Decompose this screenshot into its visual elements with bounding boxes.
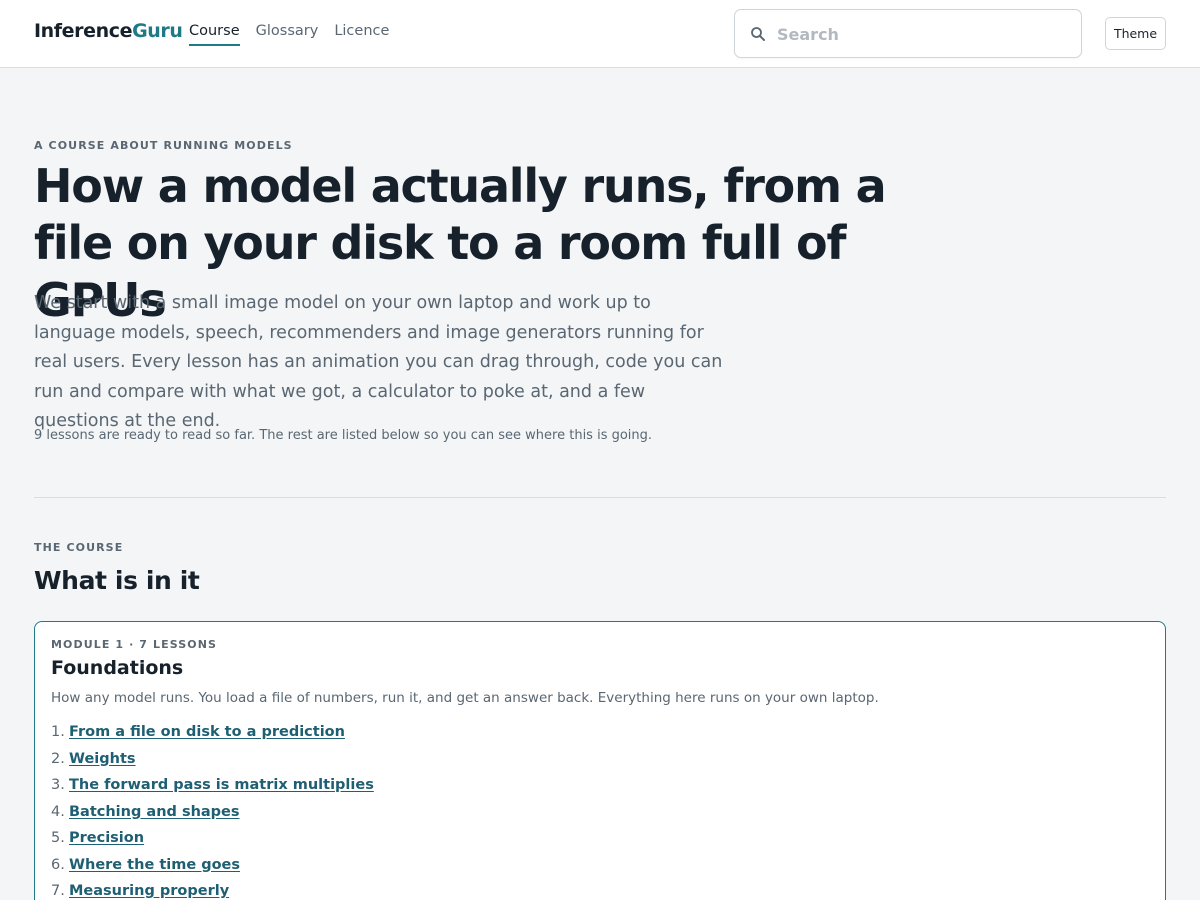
module-card-foundations: MODULE 1 · 7 LESSONS Foundations How any…	[34, 621, 1166, 900]
hero-lead: We start with a small image model on you…	[34, 293, 723, 431]
lesson-link[interactable]: The forward pass is matrix multiplies	[69, 772, 374, 799]
lesson-item: 6. Where the time goes	[51, 852, 374, 879]
lesson-number: 4.	[51, 803, 65, 820]
logo-accent-text: Guru	[132, 20, 183, 42]
site-logo[interactable]: InferenceGuru	[34, 20, 183, 42]
lesson-item: 5. Precision	[51, 825, 374, 852]
theme-toggle-button[interactable]: Theme	[1105, 17, 1166, 50]
lesson-list: 1. From a file on disk to a prediction 2.…	[51, 719, 374, 900]
lesson-number: 5.	[51, 830, 65, 846]
module-description: How any model runs. You load a file of n…	[51, 690, 879, 706]
lesson-item: 7. Measuring properly	[51, 878, 374, 900]
nav-glossary[interactable]: Glossary	[256, 23, 319, 46]
lesson-number: 1.	[51, 724, 65, 740]
lesson-link[interactable]: Precision	[69, 825, 144, 852]
lesson-link[interactable]: Weights	[69, 746, 136, 773]
lesson-item: 3. The forward pass is matrix multiplies	[51, 772, 374, 799]
lesson-item: 1. From a file on disk to a prediction	[51, 719, 374, 746]
lesson-number: 2.	[51, 750, 65, 767]
lesson-item: 2. Weights	[51, 746, 374, 773]
lesson-link[interactable]: From a file on disk to a prediction	[69, 719, 345, 746]
lesson-number: 3.	[51, 777, 65, 793]
module-meta: MODULE 1 · 7 LESSONS	[51, 638, 218, 651]
lesson-number: 6.	[51, 856, 65, 873]
nav-licence[interactable]: Licence	[334, 23, 389, 46]
main-nav: Course Glossary Licence	[189, 23, 389, 46]
lesson-link[interactable]: Measuring properly	[69, 878, 229, 900]
top-bar: InferenceGuru Course Glossary Licence Th…	[0, 0, 1200, 68]
logo-main-text: Inference	[34, 20, 133, 42]
search-box[interactable]	[734, 9, 1082, 58]
hero-eyebrow: A COURSE ABOUT RUNNING MODELS	[34, 139, 293, 152]
search-icon	[751, 27, 765, 41]
lesson-link[interactable]: Batching and shapes	[69, 799, 240, 826]
hero-progress-note: 9 lessons are ready to read so far. The …	[34, 428, 653, 443]
lesson-item: 4. Batching and shapes	[51, 799, 374, 826]
search-input[interactable]	[777, 18, 1067, 50]
lesson-link[interactable]: Where the time goes	[69, 852, 240, 879]
course-eyebrow: THE COURSE	[34, 541, 124, 554]
lesson-number: 7.	[51, 883, 65, 899]
module-title: Foundations	[51, 657, 184, 679]
section-divider	[34, 497, 1166, 498]
course-section-title: What is in it	[34, 566, 200, 595]
nav-course[interactable]: Course	[189, 23, 240, 46]
